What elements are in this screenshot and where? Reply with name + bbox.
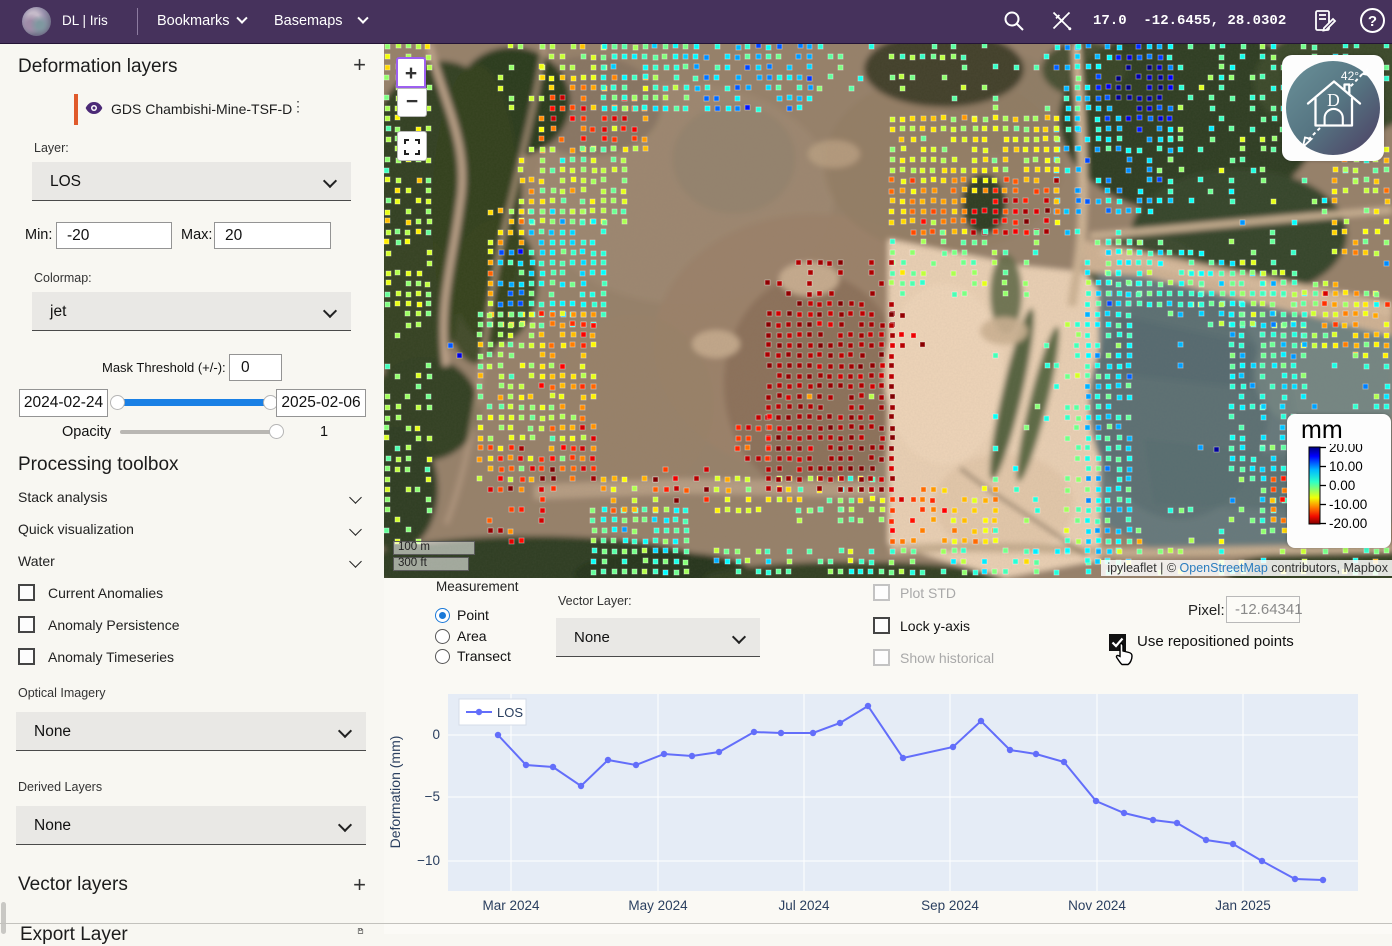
svg-text:Jul 2024: Jul 2024 (778, 898, 830, 913)
svg-text:20.00: 20.00 (1329, 444, 1363, 455)
svg-text:LOS: LOS (497, 705, 523, 720)
svg-text:0: 0 (432, 727, 440, 742)
svg-text:Sep 2024: Sep 2024 (921, 898, 979, 913)
svg-text:−10: −10 (417, 853, 440, 868)
svg-text:Nov 2024: Nov 2024 (1068, 898, 1126, 913)
svg-text:May 2024: May 2024 (628, 898, 688, 913)
svg-text:0.00: 0.00 (1329, 478, 1355, 493)
svg-text:?: ? (1368, 13, 1377, 30)
svg-text:Deformation (mm): Deformation (mm) (387, 736, 403, 849)
svg-text:Jan 2025: Jan 2025 (1215, 898, 1271, 913)
svg-text:−5: −5 (425, 789, 440, 804)
svg-text:D: D (1327, 90, 1340, 110)
svg-text:-10.00: -10.00 (1329, 497, 1367, 512)
svg-text:10.00: 10.00 (1329, 459, 1363, 474)
svg-text:Mar 2024: Mar 2024 (482, 898, 540, 913)
svg-text:-20.00: -20.00 (1329, 516, 1367, 531)
